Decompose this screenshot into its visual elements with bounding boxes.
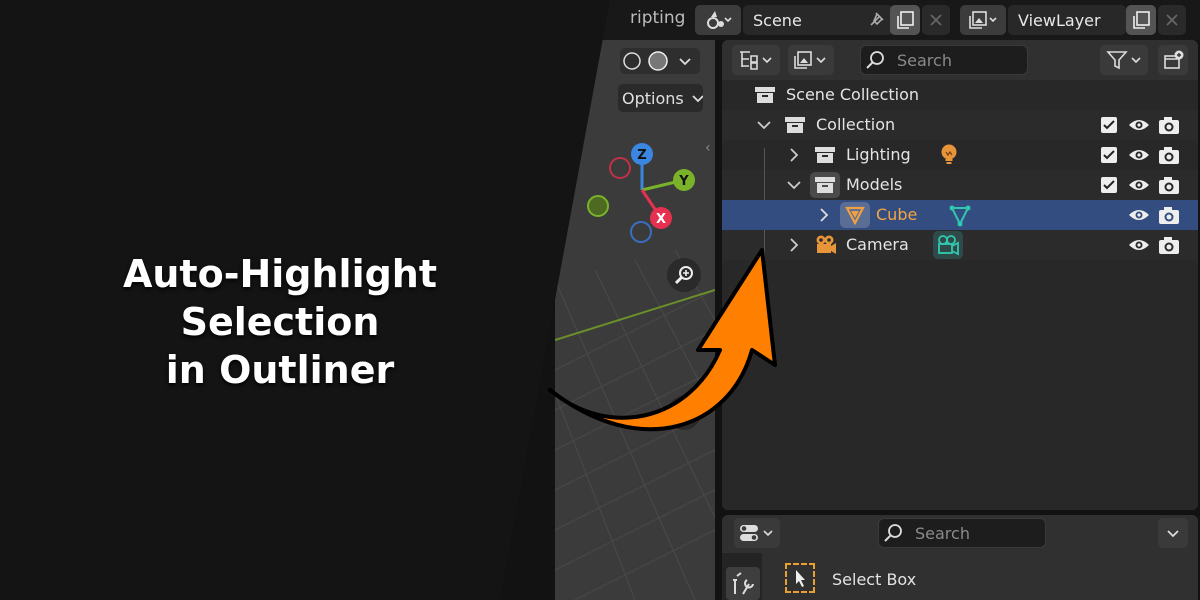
pin-icon[interactable] [865,9,887,35]
row-label: Collection [816,115,896,134]
top-bar: ripting Scene ViewLayer [555,0,1200,40]
outliner-search-placeholder: Search [897,50,952,70]
gizmo-z-label: Z [637,148,646,163]
view-layer-filter-dropdown[interactable] [788,45,834,75]
chevron-down-icon[interactable] [756,117,772,133]
copy-icon [897,11,914,29]
copy-scene-button[interactable] [890,5,920,35]
collection-icon [815,147,835,163]
outliner-search-input[interactable]: Search [860,45,1028,75]
search-icon [866,51,884,69]
new-collection-icon [1164,50,1184,69]
row-label: Camera [846,235,909,254]
scene-name: Scene [753,10,802,30]
checkbox-icon[interactable] [1100,146,1118,164]
navigation-gizmo[interactable]: Z Y X [585,138,705,248]
outliner-row-scene-collection[interactable]: Scene Collection [722,80,1198,110]
outliner-row-collection[interactable]: Collection [722,110,1198,140]
outliner-header: Search [722,40,1198,80]
chevron-down-icon[interactable] [786,177,802,193]
collection-icon [785,117,805,133]
title-line-2: in Outliner [165,348,395,392]
mesh-icon[interactable] [948,204,972,228]
display-mode-dropdown[interactable] [732,45,780,75]
camera-render-icon[interactable] [1158,175,1180,195]
select-box-icon[interactable] [785,563,815,593]
row-label: Scene Collection [786,85,920,104]
row-label: Cube [876,205,918,224]
search-icon [884,524,902,542]
viewlayer-name: ViewLayer [1018,10,1101,30]
collection-icon [815,177,835,193]
delete-viewlayer-button[interactable] [1158,5,1186,35]
gizmo-y-label: Y [678,174,689,189]
outliner-panel: Search Scene Collection Collection Light… [722,40,1198,510]
collection-icon [755,87,775,103]
chevron-down-icon [1167,530,1179,538]
checkbox-icon[interactable] [1100,176,1118,194]
eye-icon[interactable] [1128,176,1150,194]
chevron-down-icon [692,95,703,103]
viewlayer-selector-button[interactable] [960,5,1006,35]
scene-selector-button[interactable] [695,5,741,35]
title-line-1: Auto-Highlight Selection [122,252,438,344]
tool-settings-icon [733,572,754,595]
outliner-row-camera[interactable]: Camera [722,230,1198,260]
outliner-row-models[interactable]: Models [722,170,1198,200]
camera-render-icon[interactable] [1158,145,1180,165]
light-icon[interactable] [939,143,959,167]
chevron-right-icon[interactable] [786,147,802,163]
gizmo-x-label: X [656,212,666,227]
checkbox-icon[interactable] [1100,116,1118,134]
workspace-tab-scripting[interactable]: ripting [630,8,685,28]
properties-search-placeholder: Search [915,523,970,543]
camera-data-icon[interactable] [936,234,960,256]
row-label: Models [846,175,903,194]
properties-editor-icon [740,525,773,541]
filter-icon [1106,51,1141,70]
close-icon [930,14,942,26]
outliner-row-lighting[interactable]: Lighting [722,140,1198,170]
viewlayer-name-field[interactable]: ViewLayer [1008,5,1126,35]
outliner-tree-icon [740,51,772,70]
camera-render-icon[interactable] [1158,235,1180,255]
close-icon [1166,14,1178,26]
delete-scene-button[interactable] [922,5,950,35]
properties-options-dropdown[interactable] [1158,518,1188,548]
highlight-arrow-graphic [548,248,777,432]
camera-render-icon[interactable] [1158,205,1180,225]
active-tool-label: Select Box [832,570,917,589]
eye-icon[interactable] [1128,146,1150,164]
editor-type-dropdown[interactable] [734,518,780,548]
copy-viewlayer-button[interactable] [1126,5,1156,35]
chevron-right-icon[interactable] [816,207,832,223]
eye-icon[interactable] [1128,206,1150,224]
sidebar-toggle-icon[interactable]: ‹ [705,140,711,156]
camera-render-icon[interactable] [1158,115,1180,135]
scene-icon [707,11,732,29]
mesh-object-icon [845,206,865,226]
row-label: Lighting [846,145,911,164]
eye-icon[interactable] [1128,116,1150,134]
properties-panel: Search Select Box [722,515,1198,600]
properties-search-input[interactable]: Search [878,518,1046,548]
outliner-row-cube[interactable]: Cube [722,200,1198,230]
render-layer-icon [794,51,826,69]
camera-object-icon [816,235,836,254]
copy-icon [1133,11,1150,29]
shading-mode-buttons[interactable] [620,48,700,74]
eye-icon[interactable] [1128,236,1150,254]
new-collection-button[interactable] [1158,45,1188,75]
render-layer-icon [969,11,997,29]
tool-settings-tab[interactable] [726,567,760,600]
shading-sphere-icon [623,51,691,71]
options-dropdown[interactable]: Options [618,84,703,112]
filter-dropdown[interactable] [1100,45,1148,75]
options-label: Options [622,88,684,108]
title-text: Auto-Highlight Selection in Outliner [20,250,540,394]
